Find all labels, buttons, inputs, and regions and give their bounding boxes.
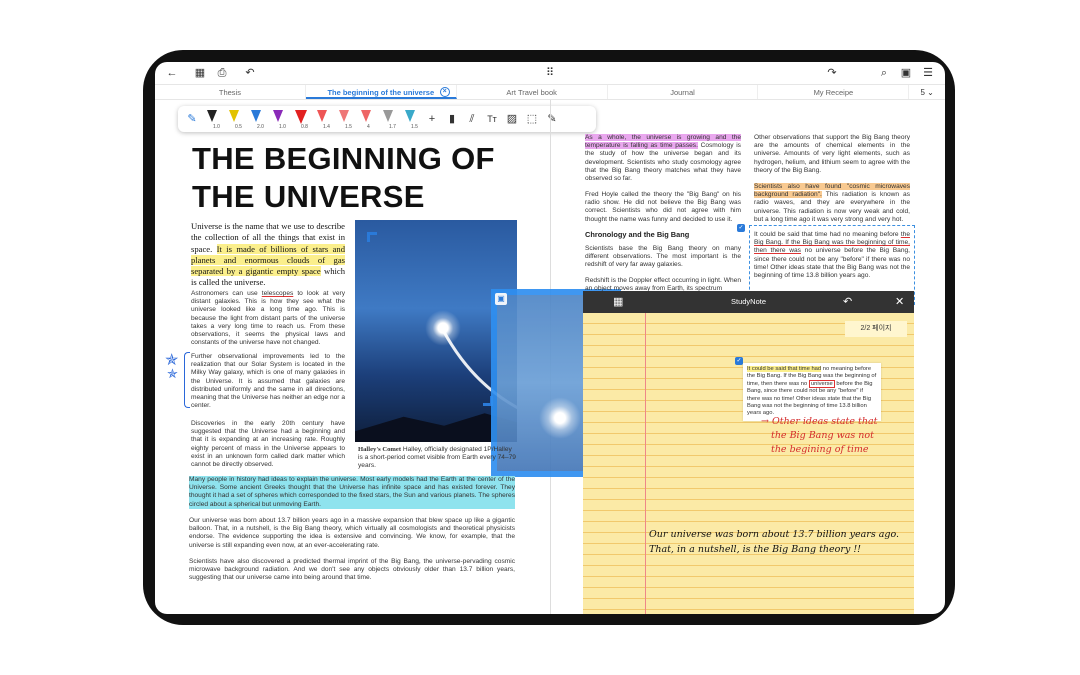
image-icon[interactable]: ▣ — [495, 293, 507, 305]
export-icon[interactable]: ⎙ — [215, 66, 229, 80]
lead-paragraph: Universe is the name that we use to desc… — [191, 221, 346, 288]
study-note-panel[interactable]: ▦ StudyNote ↶ ✕ 2/2 페이지 ✓ It could be sa… — [583, 291, 914, 614]
checkbox-icon[interactable]: ✓ — [735, 357, 743, 365]
page-title: THE BEGINNING OF THE UNIVERSE — [192, 141, 495, 214]
paragraph-fred-hoyle: Fred Hoyle called the theory the "Big Ba… — [585, 191, 741, 223]
bracket-annotation — [184, 352, 190, 408]
eyedropper-icon[interactable]: ✎ — [544, 110, 560, 128]
crop-corner[interactable] — [367, 232, 377, 242]
tab-thesis[interactable]: Thesis — [155, 85, 306, 99]
page-indicator: 2/2 페이지 — [845, 321, 907, 337]
tab-journal[interactable]: Journal — [608, 85, 759, 99]
lasso-tool-icon[interactable]: ⬚ — [524, 110, 540, 128]
pen-outline-5[interactable]: 1.5 — [402, 108, 420, 130]
back-icon[interactable]: ← — [165, 66, 179, 80]
apps-icon[interactable]: ⠿ — [543, 66, 557, 80]
highlighter-icon[interactable]: ⫽ — [464, 110, 480, 128]
pen-outline-3[interactable]: 4 — [358, 108, 376, 130]
add-pen-icon[interactable]: + — [424, 110, 440, 128]
close-icon[interactable]: ✕ — [895, 291, 904, 313]
handwritten-black-note: Our universe was born about 13.7 billion… — [649, 529, 900, 555]
pen-purple[interactable]: 1.0 — [270, 108, 288, 130]
tab-beginning-of-universe[interactable]: The beginning of the universe × — [305, 85, 457, 99]
paragraph-cosmology: As a whole, the universe is growing and … — [585, 134, 741, 183]
undo-icon[interactable]: ↶ — [243, 66, 257, 80]
redo-icon[interactable]: ↷ — [825, 66, 839, 80]
menu-icon[interactable]: ☰ — [921, 66, 935, 80]
pen-red-selected[interactable]: 0.8 — [292, 108, 310, 130]
paragraph-elements: Other observations that support the Big … — [754, 134, 910, 174]
pen-outline-1[interactable]: 1.4 — [314, 108, 332, 130]
handwritten-red-note: → Other ideas state that the Big Bang wa… — [761, 416, 878, 455]
paragraph-time-meaning: It could be said that time had no meanin… — [754, 231, 910, 280]
pen-blue[interactable]: 2.0 — [248, 108, 266, 130]
paragraph-cmb: Scientists have also discovered a predic… — [189, 558, 515, 582]
paragraph-background-radiation: Scientists also have found "cosmic micro… — [754, 183, 910, 223]
undo-icon[interactable]: ↶ — [843, 291, 852, 313]
checkbox-icon[interactable]: ✓ — [737, 224, 745, 232]
pen-outline-4[interactable]: 1.7 — [380, 108, 398, 130]
close-tab-icon[interactable]: × — [439, 87, 450, 97]
paragraph-telescopes: Astronomers can use telescopes to look a… — [191, 290, 345, 347]
tab-my-receipe[interactable]: My Receipe — [758, 85, 910, 99]
search-icon[interactable]: ⌕ — [877, 66, 891, 80]
pen-outline-2[interactable]: 1.5 — [336, 108, 354, 130]
bookmark-icon[interactable]: ▣ — [899, 66, 913, 80]
study-note-header: ▦ StudyNote ↶ ✕ — [583, 291, 914, 313]
image-caption: Halley's Comet Halley, officially design… — [358, 446, 516, 470]
tab-count-dropdown[interactable]: 5 ⌄ — [909, 85, 945, 99]
grid-icon[interactable]: ▦ — [613, 291, 623, 313]
pen-toolbar: ✎ 1.0 0.5 2.0 1.0 0.8 1.4 1.5 4 1.7 1.5 … — [178, 106, 596, 132]
tab-art-travel-book[interactable]: Art Travel book — [457, 85, 608, 99]
eraser-icon[interactable]: ▮ — [444, 110, 460, 128]
grid-view-icon[interactable]: ▦ — [193, 66, 207, 80]
pen-black[interactable]: 1.0 — [204, 108, 222, 130]
study-note-title: StudyNote — [730, 297, 767, 306]
paragraph-solar-system: Further observational improvements led t… — [191, 353, 345, 410]
app-screen: ← ▦ ⎙ ↶ ⠿ ↷ ⌕ ▣ ☰ Thesis The beginning o… — [155, 62, 945, 614]
paragraph-history-highlight: Many people in history had ideas to expl… — [189, 476, 515, 509]
pen-mode-icon[interactable]: ✎ — [184, 110, 200, 128]
star-annotation-icon-2: ✯ — [167, 366, 178, 381]
image-tool-icon[interactable]: ▨ — [504, 110, 520, 128]
top-toolbar: ← ▦ ⎙ ↶ ⠿ ↷ ⌕ ▣ ☰ — [155, 62, 945, 84]
text-tool-icon[interactable]: Tт — [484, 110, 500, 128]
paragraph-discoveries: Discoveries in the early 20th century ha… — [191, 420, 345, 469]
quoted-text-card[interactable]: It could be said that time had no meanin… — [743, 363, 881, 421]
paragraph-big-bang: Our universe was born about 13.7 billion… — [189, 517, 515, 549]
pen-yellow[interactable]: 0.5 — [226, 108, 244, 130]
paragraph-observations: Scientists base the Big Bang theory on m… — [585, 245, 741, 269]
section-heading: Chronology and the Big Bang — [585, 230, 690, 239]
document-tabs: Thesis The beginning of the universe × Ar… — [155, 84, 945, 100]
